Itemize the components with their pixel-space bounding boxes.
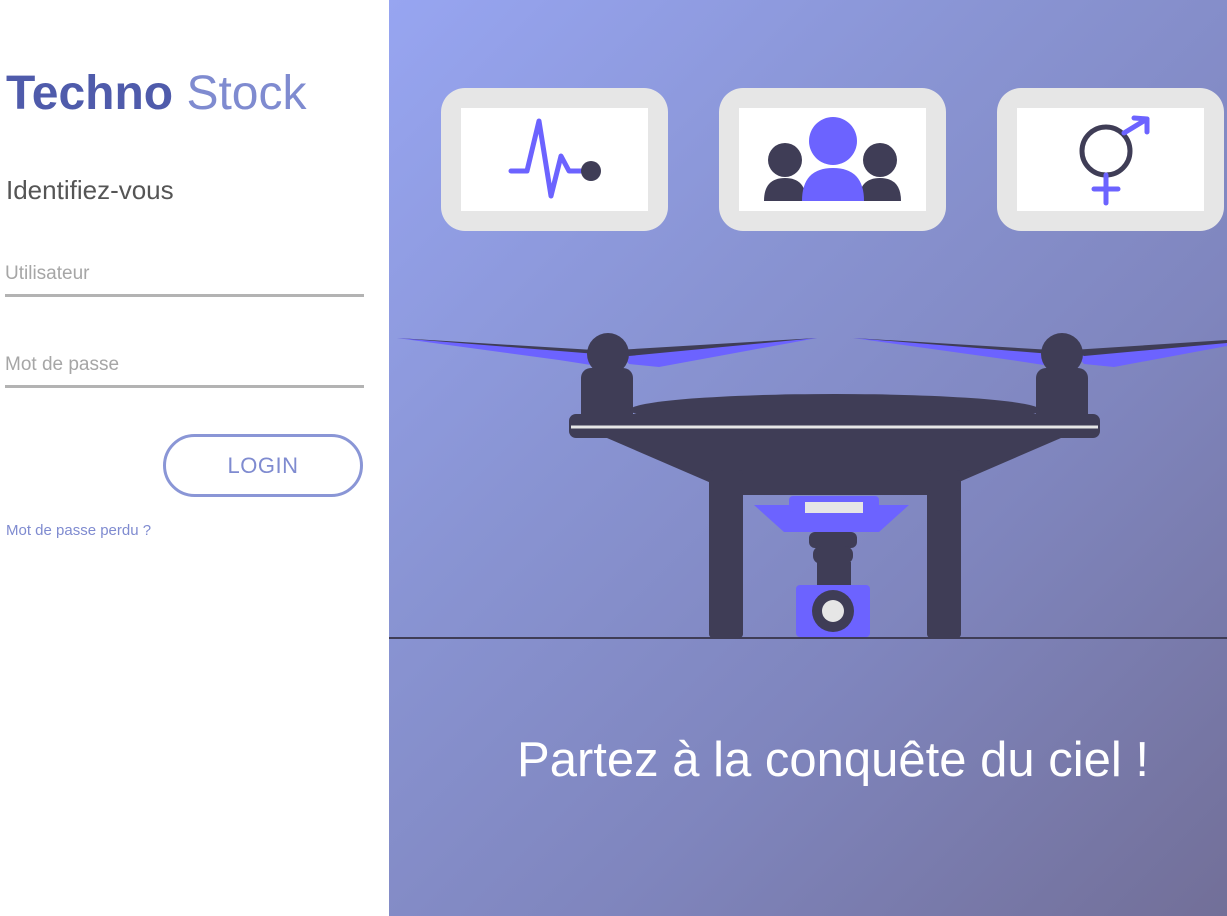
login-panel: Techno Stock Identifiez-vous LOGIN Mot d… (0, 0, 389, 916)
username-input[interactable] (5, 260, 364, 297)
password-input[interactable] (5, 351, 364, 388)
users-group-card (719, 88, 946, 231)
login-heading: Identifiez-vous (6, 175, 174, 205)
heartbeat-card (441, 88, 668, 231)
hero-tagline: Partez à la conquête du ciel ! (517, 733, 1149, 787)
brand-name-strong: Techno (6, 67, 174, 120)
brand-name-light: Stock (186, 67, 307, 120)
forgot-password-link[interactable]: Mot de passe perdu ? (6, 522, 151, 539)
login-button[interactable]: LOGIN (163, 434, 363, 497)
brand-logo: Techno Stock (6, 66, 307, 122)
login-page: Techno Stock Identifiez-vous LOGIN Mot d… (0, 0, 1227, 916)
gender-card (997, 88, 1224, 231)
hero-panel: Partez à la conquête du ciel ! (389, 0, 1227, 916)
drone-illustration (397, 333, 1227, 638)
